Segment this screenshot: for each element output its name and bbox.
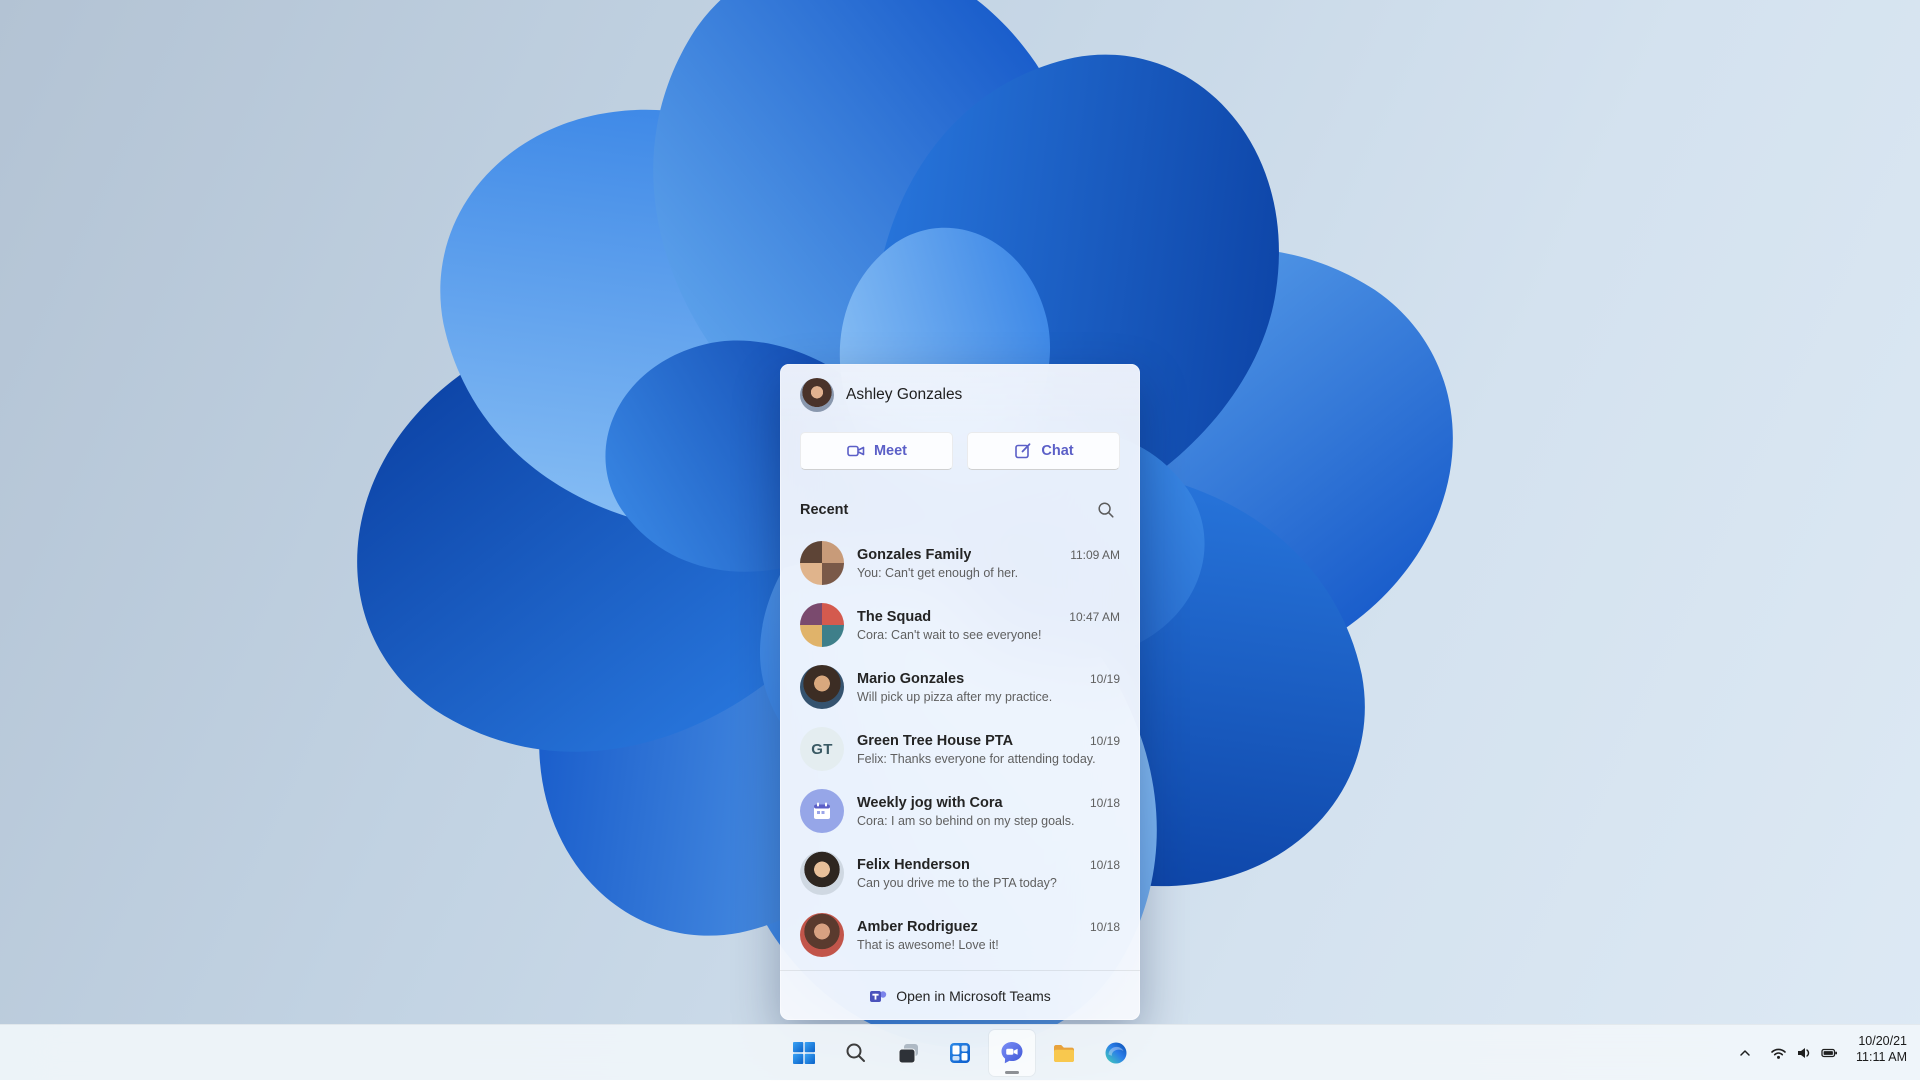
user-name: Ashley Gonzales [846, 386, 962, 404]
widgets-button[interactable] [937, 1030, 983, 1076]
calendar-avatar [800, 789, 844, 833]
photo-avatar [800, 665, 844, 709]
conversation-preview: Cora: Can't wait to see everyone! [857, 628, 1120, 642]
chevron-up-icon [1738, 1046, 1752, 1060]
group-avatar [800, 603, 844, 647]
conversation-preview: You: Can't get enough of her. [857, 566, 1120, 580]
conversation-preview: Will pick up pizza after my practice. [857, 690, 1120, 704]
task-view-button[interactable] [885, 1030, 931, 1076]
search-button[interactable] [1092, 496, 1120, 524]
taskbar: 10/20/21 11:11 AM [0, 1024, 1920, 1080]
taskbar-center-icons [781, 1025, 1139, 1081]
calendar-icon [811, 800, 833, 822]
chat-button-label: Chat [1041, 443, 1073, 459]
chat-bubble-icon [998, 1039, 1026, 1067]
video-camera-icon [846, 441, 866, 461]
meet-button-label: Meet [874, 443, 907, 459]
conversation-time: 11:09 AM [1070, 548, 1120, 562]
battery-icon [1821, 1045, 1838, 1061]
conversation-time: 10/18 [1090, 858, 1120, 872]
meet-button[interactable]: Meet [800, 432, 953, 470]
stacked-windows-icon [896, 1041, 921, 1066]
conversation-time: 10/19 [1090, 672, 1120, 686]
search-button-taskbar[interactable] [833, 1030, 879, 1076]
conversation-row-mario-gonzales[interactable]: Mario Gonzales 10/19 Will pick up pizza … [780, 656, 1140, 718]
conversation-list: Gonzales Family 11:09 AM You: Can't get … [780, 530, 1140, 970]
edge-button[interactable] [1093, 1030, 1139, 1076]
chat-button[interactable]: Chat [967, 432, 1120, 470]
conversation-name: Amber Rodriguez [857, 919, 978, 935]
wifi-icon [1770, 1045, 1787, 1061]
folder-icon [1051, 1040, 1077, 1066]
file-explorer-button[interactable] [1041, 1030, 1087, 1076]
conversation-row-amber-rodriguez[interactable]: Amber Rodriguez 10/18 That is awesome! L… [780, 904, 1140, 966]
conversation-name: Felix Henderson [857, 857, 970, 873]
user-avatar[interactable] [800, 378, 834, 412]
search-icon [844, 1041, 868, 1065]
conversation-name: Mario Gonzales [857, 671, 964, 687]
conversation-name: Green Tree House PTA [857, 733, 1013, 749]
teams-chat-flyout: Ashley Gonzales Meet Chat Recent [780, 364, 1140, 1020]
widgets-board-icon [947, 1040, 973, 1066]
windows-logo-icon [791, 1040, 817, 1066]
conversation-row-the-squad[interactable]: The Squad 10:47 AM Cora: Can't wait to s… [780, 594, 1140, 656]
volume-icon [1796, 1045, 1812, 1061]
recent-header: Recent [780, 486, 1140, 530]
system-tray: 10/20/21 11:11 AM [1731, 1025, 1914, 1081]
teams-logo-icon [869, 987, 887, 1005]
conversation-name: Weekly jog with Cora [857, 795, 1003, 811]
clock-time: 11:11 AM [1856, 1049, 1907, 1065]
conversation-row-felix-henderson[interactable]: Felix Henderson 10/18 Can you drive me t… [780, 842, 1140, 904]
conversation-time: 10/18 [1090, 796, 1120, 810]
search-icon [1097, 501, 1115, 519]
chat-button-taskbar[interactable] [989, 1030, 1035, 1076]
tray-status-icons[interactable] [1763, 1033, 1845, 1073]
open-in-teams-label: Open in Microsoft Teams [896, 988, 1051, 1004]
edge-swirl-icon [1103, 1040, 1129, 1066]
open-in-teams-link[interactable]: Open in Microsoft Teams [780, 970, 1140, 1020]
conversation-row-gonzales-family[interactable]: Gonzales Family 11:09 AM You: Can't get … [780, 532, 1140, 594]
flyout-header: Ashley Gonzales [780, 364, 1140, 424]
conversation-time: 10:47 AM [1069, 610, 1120, 624]
clock-date: 10/20/21 [1858, 1033, 1907, 1049]
conversation-row-green-tree-house-pta[interactable]: GT Green Tree House PTA 10/19 Felix: Tha… [780, 718, 1140, 780]
conversation-preview: That is awesome! Love it! [857, 938, 1120, 952]
photo-avatar [800, 913, 844, 957]
conversation-time: 10/19 [1090, 734, 1120, 748]
conversation-preview: Can you drive me to the PTA today? [857, 876, 1120, 890]
conversation-row-weekly-jog-with-cora[interactable]: Weekly jog with Cora 10/18 Cora: I am so… [780, 780, 1140, 842]
conversation-time: 10/18 [1090, 920, 1120, 934]
taskbar-clock[interactable]: 10/20/21 11:11 AM [1849, 1033, 1914, 1073]
initials-avatar: GT [800, 727, 844, 771]
action-buttons: Meet Chat [780, 424, 1140, 486]
conversation-name: Gonzales Family [857, 547, 971, 563]
group-avatar [800, 541, 844, 585]
tray-chevron-button[interactable] [1731, 1033, 1759, 1073]
photo-avatar [800, 851, 844, 895]
conversation-preview: Felix: Thanks everyone for attending tod… [857, 752, 1120, 766]
compose-icon [1013, 441, 1033, 461]
conversation-preview: Cora: I am so behind on my step goals. [857, 814, 1120, 828]
conversation-name: The Squad [857, 609, 931, 625]
start-button[interactable] [781, 1030, 827, 1076]
recent-label: Recent [800, 502, 848, 518]
